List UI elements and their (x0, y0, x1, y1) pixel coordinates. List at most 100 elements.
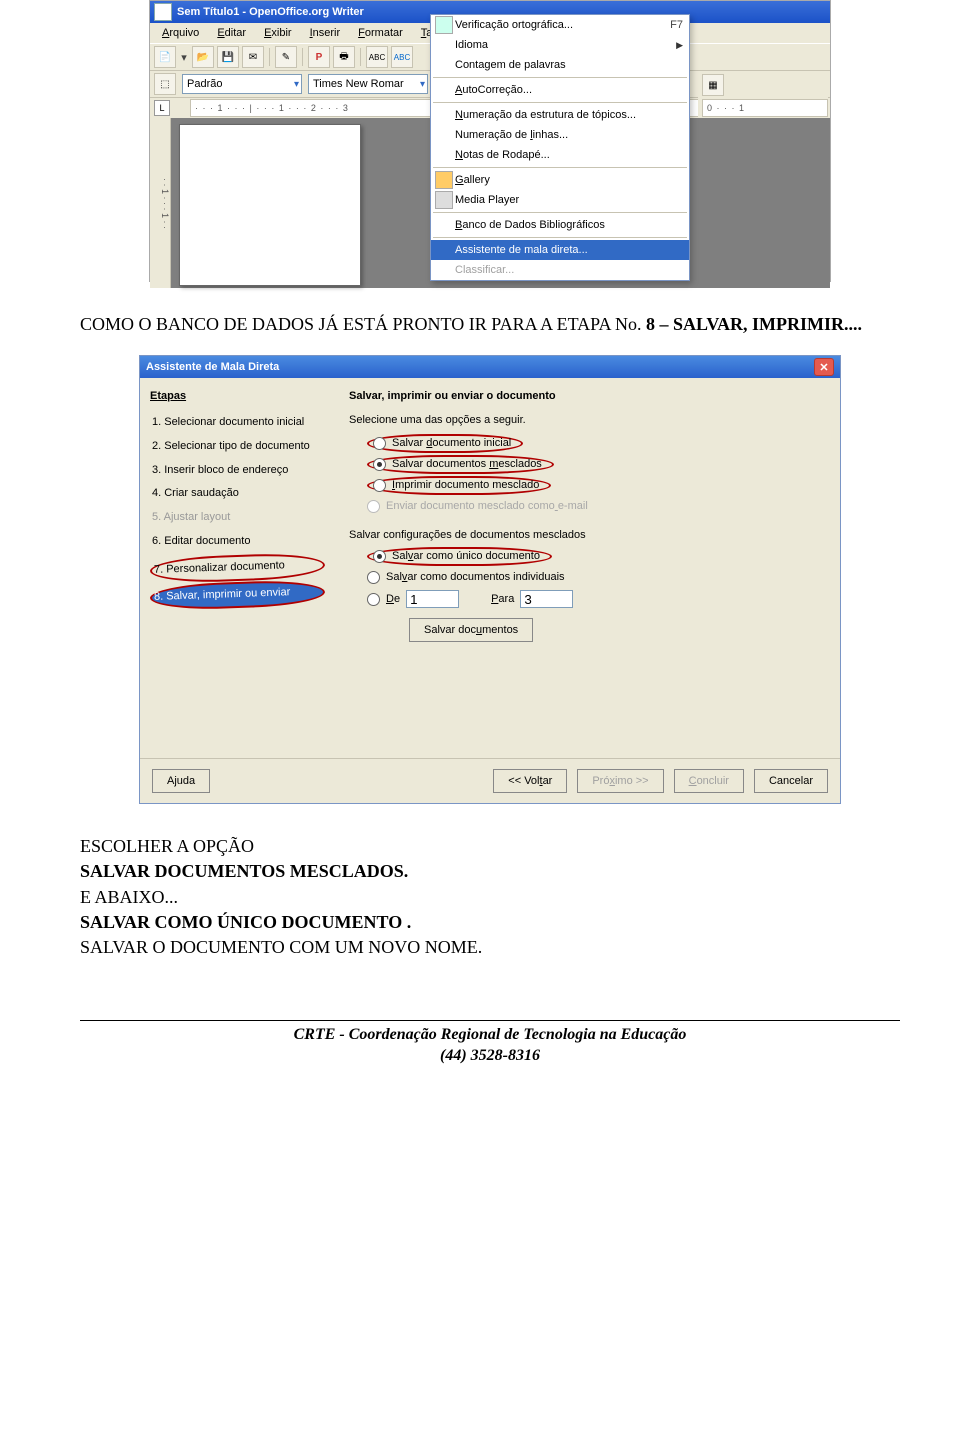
cancel-button[interactable]: Cancelar (754, 769, 828, 793)
finish-button[interactable]: Concluir (674, 769, 744, 793)
menu-item-idioma[interactable]: Idioma▶ (431, 35, 689, 55)
radio-icon (367, 500, 380, 513)
dialog-footer: Ajuda << Voltar Próximo >> Concluir Canc… (140, 758, 840, 803)
steps-header: Etapas (150, 390, 325, 402)
menu-item-autocorre-o[interactable]: AutoCorreção... (431, 80, 689, 100)
menu-item-label: Media Player (455, 194, 519, 206)
range-from-input[interactable] (406, 590, 459, 608)
dialog-titlebar: Assistente de Mala Direta ✕ (140, 356, 840, 378)
radio-option: Enviar documento mesclado como e-mail (367, 497, 826, 515)
font-combo[interactable]: Times New Romar ▾ (308, 74, 428, 94)
separator (302, 48, 303, 66)
menu-item-contagem-de-palavras[interactable]: Contagem de palavras (431, 55, 689, 75)
radio-label: Imprimir documento mesclado (392, 479, 539, 491)
vertical-ruler: · · 1 · · · 1 · · (150, 118, 171, 288)
menu-item-label: Assistente de mala direta... (455, 244, 588, 256)
menu-separator (433, 167, 687, 168)
window-title: Sem Título1 - OpenOffice.org Writer (177, 6, 364, 18)
radio-option[interactable]: Salvar como documentos individuais (367, 568, 826, 586)
next-button[interactable]: Próximo >> (577, 769, 663, 793)
menu-item-classificar: Classificar... (431, 260, 689, 280)
abc-icon[interactable]: ABC (391, 46, 413, 68)
styles-button[interactable]: ⬚ (154, 73, 176, 95)
print-button[interactable]: 🖶 (333, 46, 355, 68)
save-documents-button[interactable]: Salvar documentos (409, 618, 533, 642)
menu-formatar[interactable]: Formatar (350, 25, 411, 41)
menu-item-assistente-de-mala-direta[interactable]: Assistente de mala direta... (431, 240, 689, 260)
email-button[interactable]: ✉ (242, 46, 264, 68)
menu-item-banco-de-dados-bibliogr-ficos[interactable]: Banco de Dados Bibliográficos (431, 215, 689, 235)
wizard-step-4[interactable]: 4. Criar saudação (150, 483, 325, 505)
document-page[interactable] (179, 124, 361, 286)
screenshot-mailmerge-wizard: Assistente de Mala Direta ✕ Etapas 1. Se… (139, 355, 841, 804)
menu-item-label: Notas de Rodapé... (455, 149, 550, 161)
back-button[interactable]: << Voltar (493, 769, 567, 793)
radio-icon (367, 571, 380, 584)
range-to-label: Para (491, 593, 514, 605)
spellcheck-button[interactable]: ABC (366, 46, 388, 68)
abc-icon (435, 16, 453, 34)
menu-item-media-player[interactable]: Media Player (431, 190, 689, 210)
wizard-steps-panel: Etapas 1. Selecionar documento inicial2.… (140, 378, 335, 758)
media-icon (435, 191, 453, 209)
menu-editar[interactable]: Editar (209, 25, 254, 41)
radio-label: Salvar documento inicial (392, 437, 511, 449)
help-button[interactable]: Ajuda (152, 769, 210, 793)
wizard-step-1[interactable]: 1. Selecionar documento inicial (150, 412, 325, 434)
menu-item-label: AutoCorreção... (455, 84, 532, 96)
radio-icon (373, 479, 386, 492)
radio-option[interactable]: Salvar documentos mesclados (367, 455, 826, 473)
gallery-icon (435, 171, 453, 189)
wizard-step-8[interactable]: 8. Salvar, imprimir ou enviar (150, 579, 326, 611)
wizard-step-2[interactable]: 2. Selecionar tipo de documento (150, 436, 325, 458)
radio-label: Salvar como documentos individuais (386, 571, 565, 583)
style-combo[interactable]: Padrão ▾ (182, 74, 302, 94)
wizard-step-7[interactable]: 7. Personalizar documento (150, 552, 326, 584)
wizard-step-5: 5. Ajustar layout (150, 507, 325, 529)
menu-item-label: Gallery (455, 174, 490, 186)
radio-label: Enviar documento mesclado como e-mail (386, 500, 588, 512)
edit-doc-button[interactable]: ✎ (275, 46, 297, 68)
export-pdf-button[interactable]: P (308, 46, 330, 68)
menu-separator (433, 212, 687, 213)
menu-separator (433, 77, 687, 78)
table-button[interactable]: ▦ (702, 74, 724, 96)
menu-item-label: Classificar... (455, 264, 514, 276)
app-icon (154, 3, 172, 21)
font-combo-value: Times New Romar (313, 78, 404, 90)
radio-label: Salvar como único documento (392, 550, 540, 562)
wizard-step-3[interactable]: 3. Inserir bloco de endereço (150, 460, 325, 482)
dialog-title: Assistente de Mala Direta (146, 361, 279, 373)
open-button[interactable]: 📂 (192, 46, 214, 68)
radio-icon (373, 437, 386, 450)
menu-item-gallery[interactable]: ✓Gallery (431, 170, 689, 190)
menu-item-numera-o-de-linhas[interactable]: Numeração de linhas... (431, 125, 689, 145)
radio-option[interactable]: Salvar documento inicial (367, 434, 826, 452)
new-dropdown-icon[interactable]: ▾ (179, 51, 189, 64)
menu-item-verifica-o-ortogr-fica[interactable]: Verificação ortográfica...F7 (431, 15, 689, 35)
separator (360, 48, 361, 66)
new-button[interactable]: 📄 (154, 46, 176, 68)
dropdown-arrow-icon: ▾ (294, 79, 299, 90)
style-combo-value: Padrão (187, 78, 222, 90)
range-radio[interactable] (367, 593, 380, 606)
close-button[interactable]: ✕ (814, 358, 834, 376)
range-from-label: De (386, 593, 400, 605)
menu-exibir[interactable]: Exibir (256, 25, 300, 41)
radio-option[interactable]: Salvar como único documento (367, 547, 826, 565)
menu-arquivo[interactable]: Arquivo (154, 25, 207, 41)
tools-menu-dropdown: Verificação ortográfica...F7Idioma▶Conta… (430, 14, 690, 281)
menu-item-numera-o-da-estrutura-de-t-picos[interactable]: Numeração da estrutura de tópicos... (431, 105, 689, 125)
radio-label: Salvar documentos mesclados (392, 458, 542, 470)
options-label: Selecione uma das opções a seguir. (349, 414, 826, 426)
wizard-step-6[interactable]: 6. Editar documento (150, 531, 325, 553)
menu-item-label: Idioma (455, 39, 488, 51)
menu-item-notas-de-rodap[interactable]: Notas de Rodapé... (431, 145, 689, 165)
screenshot-writer-tools-menu: Sem Título1 - OpenOffice.org Writer Arqu… (149, 0, 831, 282)
workspace-right-fragment (698, 118, 828, 288)
radio-option[interactable]: Imprimir documento mesclado (367, 476, 826, 494)
range-to-input[interactable] (520, 590, 573, 608)
menu-inserir[interactable]: Inserir (302, 25, 349, 41)
menu-item-label: Verificação ortográfica... (455, 19, 573, 31)
save-button[interactable]: 💾 (217, 46, 239, 68)
